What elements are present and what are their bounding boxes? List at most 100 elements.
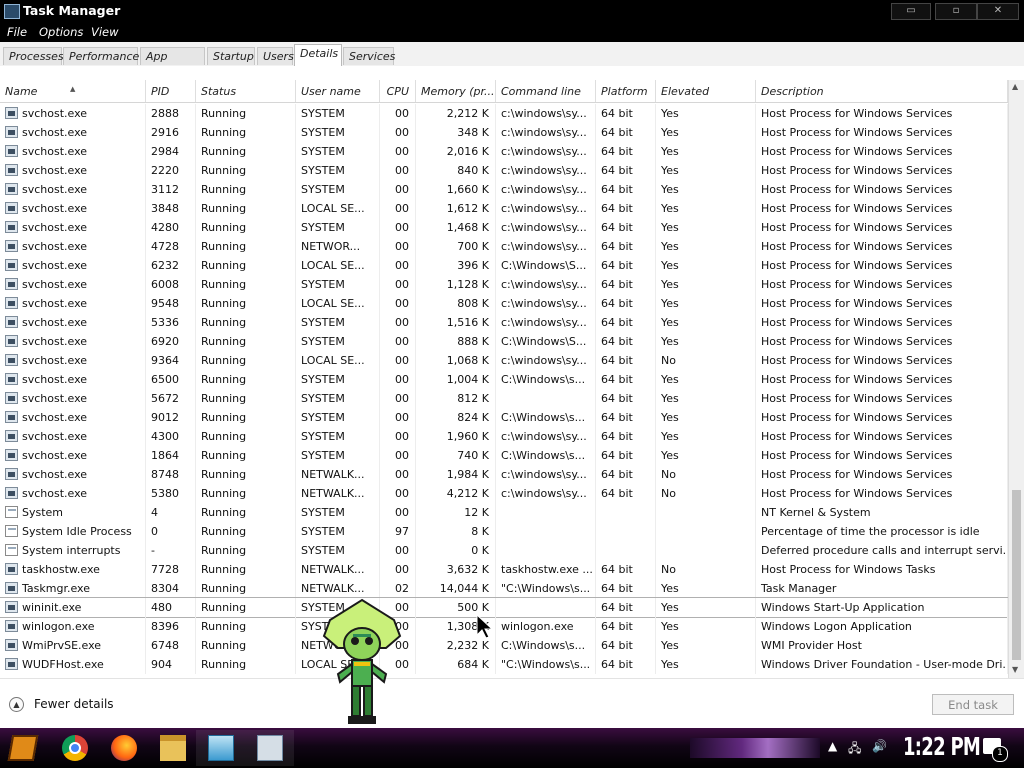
table-row[interactable]: svchost.exe 1864 Running SYSTEM 00 740 K C:\Wi… — [0, 446, 1008, 465]
table-row[interactable]: svchost.exe 5336 Running SYSTEM 00 1,516 K c:\… — [0, 313, 1008, 332]
table-row[interactable]: WmiPrvSE.exe6748RunningNETWORK...002,232… — [0, 636, 1008, 655]
show-hidden-icons-icon[interactable]: ▲ — [828, 739, 837, 753]
scroll-down-arrow-icon[interactable]: ▼ — [1012, 665, 1018, 674]
table-row[interactable]: svchost.exe 5672 Running SYSTEM 00 812 K 64 bi… — [0, 389, 1008, 408]
close-button[interactable]: ✕ — [977, 3, 1019, 20]
cell-text: 396 K — [457, 259, 489, 272]
table-row[interactable]: svchost.exe 9364 Running LOCAL SE... 00 1,068… — [0, 351, 1008, 370]
menu-file[interactable]: File — [7, 25, 27, 39]
end-task-button[interactable]: End task — [932, 694, 1014, 715]
tab-services[interactable]: Services — [343, 47, 395, 65]
minimize-button[interactable]: ▭ — [891, 3, 931, 20]
table-row[interactable]: svchost.exe 2916 Running SYSTEM 00 348 K c:\wi… — [0, 123, 1008, 142]
cell-text: 5336 — [151, 316, 179, 329]
cell-cpu: 00 — [380, 161, 416, 180]
table-row[interactable]: svchost.exe 2888 Running SYSTEM 00 2,212 K c:\… — [0, 104, 1008, 123]
cell-text: 3,632 K — [446, 563, 489, 576]
cell-text: Host Process for Windows Services — [761, 335, 953, 348]
tab-users[interactable]: Users — [257, 47, 294, 65]
header-col-command-line[interactable]: Command line — [496, 80, 596, 102]
tab-app-history[interactable]: App history — [140, 47, 205, 81]
header-col-description[interactable]: Description — [756, 80, 1008, 102]
cell-text: NETWALK... — [301, 563, 365, 576]
header-col-user-name[interactable]: User name — [296, 80, 380, 102]
network-icon[interactable]: 🖧 — [848, 739, 861, 760]
table-row[interactable]: System Idle Process 0 Running SYSTEM 97 8 K Pe… — [0, 522, 1008, 541]
app-icon[interactable] — [208, 735, 234, 761]
cell-text: Host Process for Windows Services — [761, 240, 953, 253]
table-row[interactable]: taskhostw.exe 7728 Running NETWALK... 00 3,63… — [0, 560, 1008, 579]
cell-platform: 64 bit — [596, 408, 656, 427]
cell-text: 2888 — [151, 107, 179, 120]
table-row[interactable]: svchost.exe 9012 Running SYSTEM 00 824 K C:\Wi… — [0, 408, 1008, 427]
table-row[interactable]: svchost.exe 2984 Running SYSTEM 00 2,016 K c:\… — [0, 142, 1008, 161]
table-row[interactable]: svchost.exe 4728 Running NETWOR... 00 700 K c:… — [0, 237, 1008, 256]
table-row[interactable]: svchost.exe 4280 Running SYSTEM 00 1,468 K c:\… — [0, 218, 1008, 237]
fewer-details-link[interactable]: Fewer details — [34, 697, 114, 711]
cell-command-line: c:\windows\sy... — [496, 275, 596, 294]
table-row[interactable]: svchost.exe 4300 Running SYSTEM 00 1,960 K c:\… — [0, 427, 1008, 446]
table-row[interactable]: svchost.exe 8748 Running NETWALK... 00 1,984 … — [0, 465, 1008, 484]
chevron-up-icon[interactable]: ▲ — [9, 697, 24, 712]
table-row[interactable]: svchost.exe 6008 Running SYSTEM 00 1,128 K c:\… — [0, 275, 1008, 294]
table-row[interactable]: svchost.exe 5380 Running NETWALK... 00 4,212 … — [0, 484, 1008, 503]
header-col-status[interactable]: Status — [196, 80, 296, 102]
table-row[interactable]: System interrupts - Running SYSTEM 00 0 K Defe… — [0, 541, 1008, 560]
cell-text: taskhostw.exe ... — [501, 563, 593, 576]
menu-options[interactable]: Options — [39, 25, 83, 39]
file-explorer-icon[interactable] — [160, 735, 186, 761]
cell-command-line: c:\windows\sy... — [496, 199, 596, 218]
maximize-button[interactable]: ▫ — [935, 3, 977, 20]
tab-details[interactable]: Details — [294, 44, 342, 67]
cell-cpu: 00 — [380, 142, 416, 161]
header-col-name[interactable]: Name ▲ — [0, 80, 146, 102]
tab-processes[interactable]: Processes — [3, 47, 64, 65]
cell-description: Host Process for Windows Services — [756, 389, 1008, 408]
header-col-memory[interactable]: Memory (pr... — [416, 80, 496, 102]
cell-text: 00 — [395, 373, 409, 386]
table-row[interactable]: svchost.exe 6500 Running SYSTEM 00 1,004 K C:\… — [0, 370, 1008, 389]
table-row[interactable]: System 4 Running SYSTEM 00 12 K NT Kernel & Sy… — [0, 503, 1008, 522]
volume-icon[interactable]: 🔊 — [872, 739, 887, 753]
table-row[interactable]: svchost.exe 2220 Running SYSTEM 00 840 K c:\wi… — [0, 161, 1008, 180]
scrollbar-thumb[interactable] — [1012, 490, 1021, 660]
menu-view[interactable]: View — [91, 25, 119, 39]
table-row[interactable]: wininit.exe 480 Running SYSTEM 00 500 K 64 bit… — [0, 597, 1008, 618]
cell-pid: 0 — [146, 522, 196, 541]
header-col-pid[interactable]: PID — [146, 80, 196, 102]
cell-command-line: c:\windows\sy... — [496, 313, 596, 332]
tab-startup[interactable]: Startup — [207, 47, 255, 65]
table-row[interactable]: winlogon.exe 8396 Running SYSTEM 00 1,308 Kwi… — [0, 617, 1008, 636]
table-row[interactable]: svchost.exe 3848 Running LOCAL SE... 00 1,612… — [0, 199, 1008, 218]
cell-text: Host Process for Windows Services — [761, 316, 953, 329]
table-row[interactable]: svchost.exe 9548 Running LOCAL SE... 00 808 K… — [0, 294, 1008, 313]
table-row[interactable]: WUDFHost.exe 904 Running LOCAL SE... 00 684 K… — [0, 655, 1008, 674]
cell-elevated: Yes — [656, 370, 756, 389]
header-col-platform[interactable]: Platform — [596, 80, 656, 102]
table-row[interactable]: Taskmgr.exe 8304 Running NETWALK... 02 14,044… — [0, 579, 1008, 598]
cell-user-name: SYSTEM — [296, 370, 380, 389]
cell-platform — [596, 503, 656, 522]
scroll-up-arrow-icon[interactable]: ▲ — [1012, 82, 1018, 91]
cell-text: SYSTEM — [301, 183, 345, 196]
task-manager-icon — [4, 4, 20, 19]
task-manager-taskbar-icon[interactable] — [257, 735, 283, 761]
grid-top-spacer — [0, 66, 1024, 80]
header-col-cpu[interactable]: CPU — [380, 80, 416, 102]
table-row[interactable]: svchost.exe 6920 Running SYSTEM 00 888 K C:\Wi… — [0, 332, 1008, 351]
cell-text: No — [661, 563, 676, 576]
cell-text: Running — [201, 335, 247, 348]
chrome-icon[interactable] — [62, 735, 88, 761]
cell-memory: 684 K — [416, 655, 496, 674]
vertical-scrollbar[interactable]: ▲ ▼ — [1008, 80, 1024, 678]
tab-performance[interactable]: Performance — [63, 47, 139, 65]
firefox-icon[interactable] — [111, 735, 137, 761]
table-row[interactable]: svchost.exe 6232 Running LOCAL SE... 00 396 K… — [0, 256, 1008, 275]
cell-text: Host Process for Windows Services — [761, 278, 953, 291]
cell-memory: 1,960 K — [416, 427, 496, 446]
taskbar-clock[interactable]: 1:22 PM — [903, 732, 981, 761]
cell-text: winlogon.exe — [501, 620, 574, 633]
start-icon[interactable] — [7, 735, 39, 761]
header-col-elevated[interactable]: Elevated — [656, 80, 756, 102]
table-row[interactable]: svchost.exe 3112 Running SYSTEM 00 1,660 K c:\… — [0, 180, 1008, 199]
